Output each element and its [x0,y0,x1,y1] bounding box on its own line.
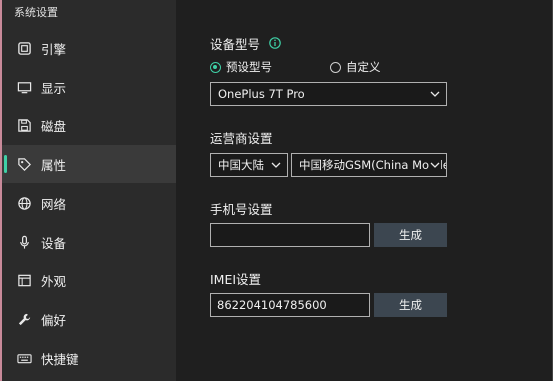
phone-number-label: 手机号设置 [210,202,273,217]
phone-number-input[interactable] [210,223,370,247]
sidebar-title: 系统设置 [14,6,58,19]
imei-settings-label: IMEI设置 [210,272,262,287]
custom-model-radio-label: 自定义 [346,60,381,74]
sidebar-item-disk[interactable]: 磁盘 [2,106,176,144]
disk-icon [16,117,32,133]
chevron-down-icon [429,88,441,100]
info-icon[interactable] [269,37,281,49]
radio-dot [330,61,341,73]
wrench-icon [16,311,32,327]
globe-icon [16,195,32,211]
sidebar-item-label: 网络 [41,196,67,212]
engine-icon [16,40,32,56]
window-icon [16,272,32,288]
preset-model-radio-label: 预设型号 [226,60,272,74]
preset-model-radio[interactable]: 预设型号 [210,59,272,75]
sidebar-item-label: 快捷键 [41,351,79,367]
sidebar-item-label: 偏好 [41,312,67,328]
sidebar-item-shortcuts[interactable]: 快捷键 [2,339,176,377]
chevron-down-icon [429,159,441,171]
settings-panel: 设备型号 预设型号 自定义 OnePlus 7T Pro 运营商设置 中国大陆 … [176,0,553,381]
carrier-select[interactable]: 中国移动GSM(China Mobile) [291,153,447,177]
keyboard-icon [16,350,32,366]
custom-model-radio[interactable]: 自定义 [330,59,381,75]
imei-input[interactable]: 862204104785600 [210,293,370,317]
sidebar-item-label: 属性 [41,157,67,173]
generate-imei-button[interactable]: 生成 [374,293,447,317]
sidebar-item-label: 磁盘 [41,118,67,134]
sidebar-item-properties[interactable]: 属性 [2,145,176,183]
radio-dot [210,61,221,73]
sidebar-item-device[interactable]: 设备 [2,223,176,261]
tag-icon [16,156,32,172]
sidebar: 系统设置 引擎 显示 磁盘 属性 网络 设备 外观 偏好 快捷键 [2,0,176,381]
sidebar-item-display[interactable]: 显示 [2,68,176,106]
sidebar-item-label: 外观 [41,273,67,289]
sidebar-item-label: 显示 [41,80,67,96]
carrier-value: 中国移动GSM(China Mobile) [299,158,447,172]
active-indicator [4,155,7,173]
region-select[interactable]: 中国大陆 [210,153,288,177]
sidebar-item-label: 引擎 [41,41,67,57]
monitor-icon [16,79,32,95]
chevron-down-icon [270,159,282,171]
sidebar-item-engine[interactable]: 引擎 [2,29,176,67]
device-model-value: OnePlus 7T Pro [218,87,305,101]
sidebar-item-appearance[interactable]: 外观 [2,261,176,299]
sidebar-item-network[interactable]: 网络 [2,184,176,222]
sidebar-item-label: 设备 [41,235,67,251]
device-model-select[interactable]: OnePlus 7T Pro [210,82,447,106]
region-value: 中国大陆 [218,158,264,172]
microphone-icon [16,234,32,250]
generate-phone-button[interactable]: 生成 [374,223,447,247]
sidebar-item-preferences[interactable]: 偏好 [2,300,176,338]
device-model-label: 设备型号 [210,37,261,52]
carrier-settings-label: 运营商设置 [210,131,273,146]
